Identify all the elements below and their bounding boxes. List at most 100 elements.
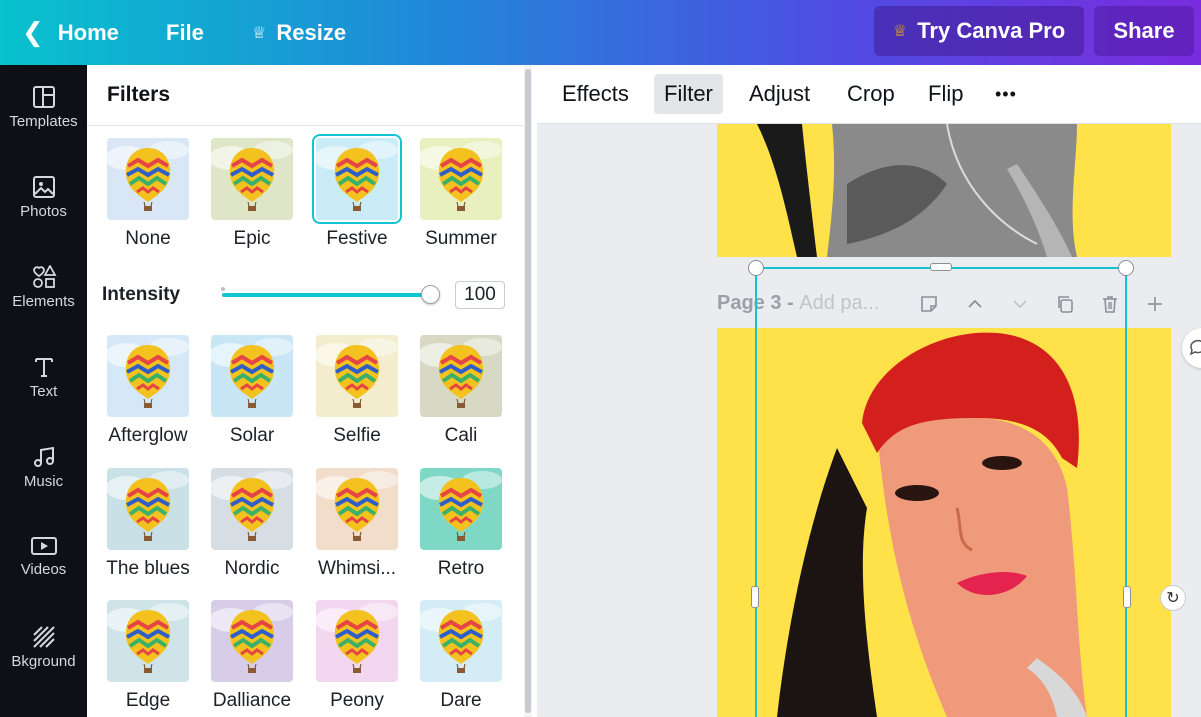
file-menu[interactable]: File	[166, 0, 204, 65]
home-button[interactable]: ❮ Home	[22, 0, 119, 65]
filter-label: Dare	[440, 690, 482, 711]
rail-item-photos[interactable]: Photos	[0, 155, 87, 245]
rail-item-background[interactable]: Bkground	[0, 605, 87, 695]
filter-tile[interactable]	[316, 468, 398, 550]
background-icon	[32, 626, 55, 648]
rail-item-templates[interactable]: Templates	[0, 65, 87, 155]
file-label: File	[166, 19, 204, 45]
try-canva-pro-button[interactable]: ♕ Try Canva Pro	[874, 6, 1084, 56]
balloon-thumbnail	[420, 468, 502, 550]
filter-tile[interactable]	[211, 138, 293, 220]
text-icon	[34, 358, 53, 377]
balloon-thumbnail	[107, 335, 189, 417]
resize-handle-right[interactable]	[1123, 586, 1131, 608]
balloon-thumbnail	[107, 468, 189, 550]
flip-button[interactable]: Flip	[918, 74, 973, 114]
filter-tile[interactable]	[312, 134, 402, 224]
filter-label: Selfie	[333, 425, 381, 446]
balloon-thumbnail	[211, 468, 293, 550]
filter-label: The blues	[106, 558, 190, 579]
filter-button[interactable]: Filter	[654, 74, 723, 114]
filter-tile[interactable]	[107, 138, 189, 220]
filter-tile[interactable]	[420, 600, 502, 682]
chevron-left-icon: ❮	[22, 17, 44, 47]
top-bar: ❮ Home File ♕ Resize ♕ Try Canva Pro Sha…	[0, 0, 1201, 65]
more-options-button[interactable]: •••	[985, 74, 1027, 114]
filter-label: Afterglow	[108, 425, 188, 446]
try-pro-label: Try Canva Pro	[917, 18, 1066, 43]
balloon-thumbnail	[420, 335, 502, 417]
page-2[interactable]	[717, 124, 1171, 257]
slider-min-marker	[221, 287, 225, 291]
share-button[interactable]: Share	[1094, 6, 1194, 56]
rail-label: Elements	[12, 293, 75, 310]
divider	[87, 125, 527, 126]
balloon-thumbnail	[420, 138, 502, 220]
side-rail: Templates Photos Elements Text Music Vid…	[0, 65, 87, 717]
resize-handle-top-left[interactable]	[748, 260, 764, 276]
balloon-thumbnail	[107, 138, 189, 220]
rail-label: Music	[23, 473, 64, 490]
rail-item-videos[interactable]: Videos	[0, 515, 87, 605]
balloon-thumbnail	[211, 600, 293, 682]
filter-tile[interactable]	[316, 600, 398, 682]
panel-scrollbar[interactable]	[524, 65, 532, 717]
filter-label: Cali	[444, 425, 478, 446]
resize-handle-left[interactable]	[751, 586, 759, 608]
filter-tile[interactable]	[107, 335, 189, 417]
filter-tile[interactable]	[107, 600, 189, 682]
balloon-thumbnail	[107, 600, 189, 682]
home-label: Home	[57, 19, 119, 45]
rail-label: Bkground	[11, 653, 76, 670]
effects-button[interactable]: Effects	[552, 74, 639, 114]
filter-label: Solar	[229, 425, 275, 446]
filter-label: Retro	[437, 558, 485, 579]
resize-handle-top-right[interactable]	[1118, 260, 1134, 276]
filter-label: Dalliance	[212, 690, 292, 711]
filter-label: Nordic	[224, 558, 280, 579]
adjust-button[interactable]: Adjust	[739, 74, 820, 114]
intensity-slider-handle[interactable]	[420, 285, 440, 304]
filter-tile[interactable]	[107, 468, 189, 550]
balloon-thumbnail	[316, 335, 398, 417]
filter-label: Edge	[125, 690, 171, 711]
scrollbar-thumb[interactable]	[525, 69, 531, 713]
filter-label: Peony	[330, 690, 384, 711]
filter-tile[interactable]	[211, 600, 293, 682]
balloon-thumbnail	[316, 600, 398, 682]
elements-icon	[32, 265, 57, 288]
intensity-input[interactable]: 100	[455, 281, 505, 309]
comment-icon[interactable]	[1182, 328, 1201, 368]
rotate-icon[interactable]: ↻	[1160, 585, 1186, 611]
videos-icon	[30, 537, 57, 555]
filter-tile[interactable]	[420, 335, 502, 417]
balloon-thumbnail	[211, 138, 293, 220]
filter-tile[interactable]	[211, 468, 293, 550]
balloon-thumbnail	[316, 468, 398, 550]
balloon-thumbnail	[211, 335, 293, 417]
intensity-label: Intensity	[102, 284, 181, 305]
photos-icon	[32, 176, 55, 198]
balloon-thumbnail	[316, 138, 398, 220]
rail-label: Templates	[9, 113, 78, 130]
add-page-icon[interactable]	[1145, 294, 1165, 318]
balloon-thumbnail	[420, 600, 502, 682]
filter-tile[interactable]	[211, 335, 293, 417]
filter-label: None	[125, 228, 171, 249]
resize-handle-top[interactable]	[930, 263, 952, 271]
filter-tile[interactable]	[316, 335, 398, 417]
share-label: Share	[1113, 18, 1175, 43]
crown-icon: ♕	[252, 24, 267, 42]
intensity-slider[interactable]	[222, 293, 430, 297]
rail-item-text[interactable]: Text	[0, 335, 87, 425]
filter-label: Festive	[326, 228, 388, 249]
filter-tile[interactable]	[420, 468, 502, 550]
selection-frame[interactable]	[755, 267, 1127, 717]
resize-button[interactable]: ♕ Resize	[252, 0, 346, 65]
crop-button[interactable]: Crop	[837, 74, 905, 114]
bw-portrait-image[interactable]	[717, 124, 1171, 257]
rail-item-music[interactable]: Music	[0, 425, 87, 515]
rail-label: Photos	[20, 203, 67, 220]
filter-tile[interactable]	[420, 138, 502, 220]
rail-item-elements[interactable]: Elements	[0, 245, 87, 335]
